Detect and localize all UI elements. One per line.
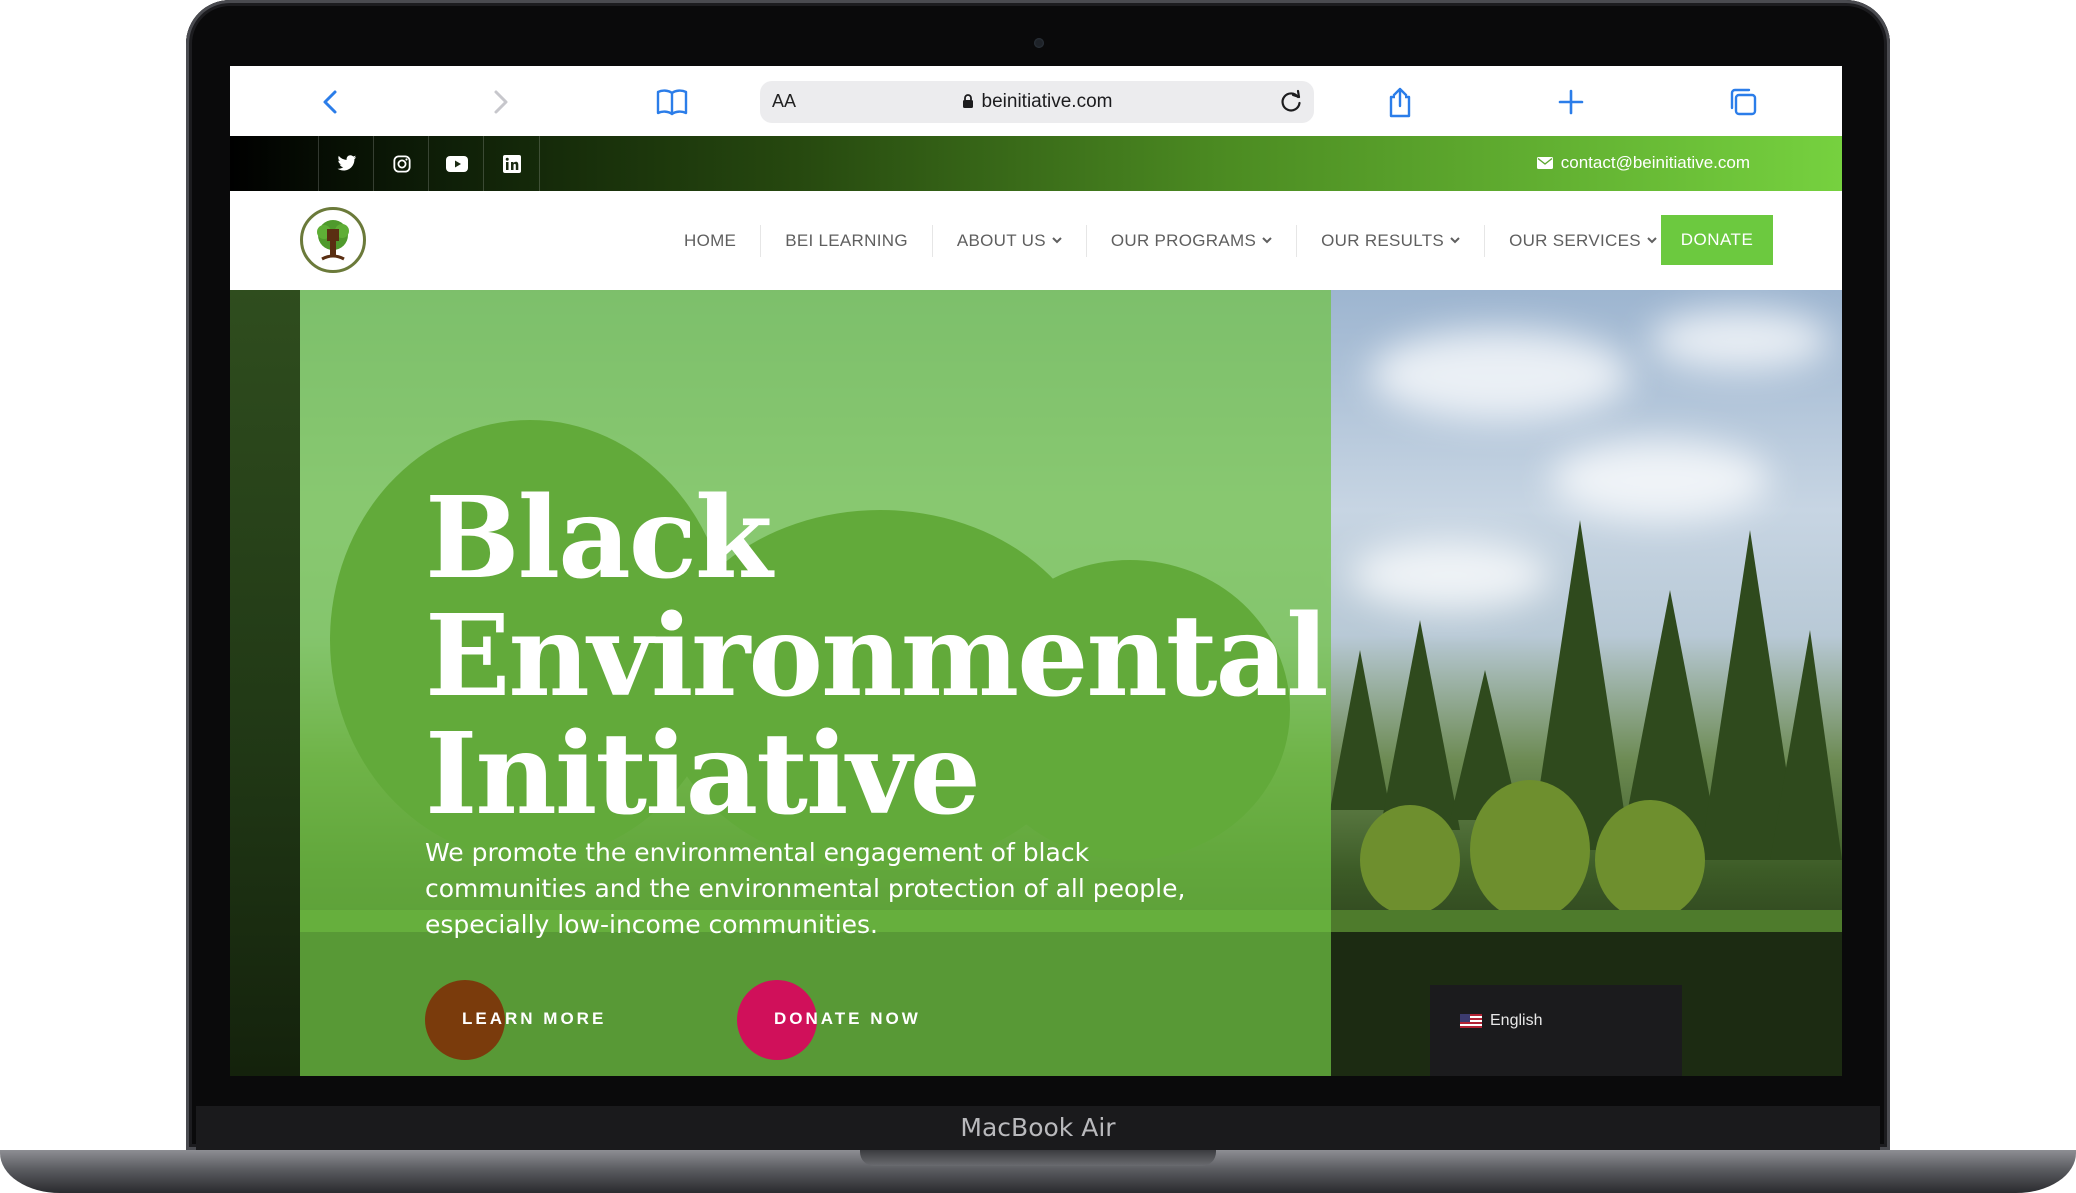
hero-title-line: Environmental xyxy=(425,591,1329,722)
instagram-icon xyxy=(392,154,411,173)
chevron-down-icon xyxy=(1262,237,1272,244)
twitter-icon xyxy=(337,155,356,171)
url-text: beinitiative.com xyxy=(981,91,1113,112)
lock-icon xyxy=(962,94,973,108)
tabs-button[interactable] xyxy=(1725,84,1761,120)
top-bar: contact@beinitiative.com xyxy=(230,136,1842,191)
nav-item-our-programs[interactable]: OUR PROGRAMS xyxy=(1085,224,1296,257)
language-label: English xyxy=(1490,1012,1543,1029)
hero-title-line: Black xyxy=(425,473,773,604)
donate-now-label: DONATE NOW xyxy=(774,1009,921,1028)
twitter-link[interactable] xyxy=(318,136,374,191)
contact-email-link[interactable]: contact@beinitiative.com xyxy=(1536,153,1750,173)
forward-button[interactable] xyxy=(483,84,519,120)
nav-menu: HOME BEI LEARNING ABOUT US OUR PROGRAMS … xyxy=(660,191,1681,290)
new-tab-button[interactable] xyxy=(1553,84,1589,120)
learn-more-button[interactable]: LEARN MORE xyxy=(425,980,625,1060)
chevron-down-icon xyxy=(1052,237,1062,244)
hero-title: Black Environmental Initiative xyxy=(425,473,1329,840)
browser-toolbar: AA beinitiative.com xyxy=(230,66,1842,137)
hero-section: Black Environmental Initiative We promot… xyxy=(230,290,1842,1076)
contact-email: contact@beinitiative.com xyxy=(1560,153,1750,172)
chevron-left-icon xyxy=(323,90,337,114)
screen: AA beinitiative.com contact@beinitiative… xyxy=(230,66,1842,1076)
us-flag-icon xyxy=(1460,1014,1482,1028)
tabs-icon xyxy=(1730,88,1757,116)
linkedin-link[interactable] xyxy=(483,136,540,191)
nav-item-home[interactable]: HOME xyxy=(660,225,760,257)
youtube-icon xyxy=(445,155,468,172)
address-bar[interactable]: AA beinitiative.com xyxy=(760,81,1314,123)
nav-item-our-services[interactable]: OUR SERVICES xyxy=(1484,224,1681,257)
learn-more-label: LEARN MORE xyxy=(462,1009,607,1028)
back-button[interactable] xyxy=(312,84,348,120)
chevron-down-icon xyxy=(1647,237,1657,244)
left-tree-strip xyxy=(230,290,300,1076)
language-switcher[interactable]: English xyxy=(1430,985,1682,1076)
donate-now-button[interactable]: DONATE NOW xyxy=(737,980,957,1060)
chevron-down-icon xyxy=(1450,237,1460,244)
reload-icon xyxy=(1281,89,1301,112)
bookmarks-button[interactable] xyxy=(654,84,690,120)
donate-button[interactable]: DONATE xyxy=(1661,215,1773,265)
linkedin-icon xyxy=(502,154,521,173)
instagram-link[interactable] xyxy=(373,136,429,191)
youtube-link[interactable] xyxy=(428,136,484,191)
hero-subtitle: We promote the environmental engagement … xyxy=(425,838,1186,939)
site-logo[interactable] xyxy=(300,207,366,273)
laptop-hinge-notch xyxy=(860,1150,1216,1166)
tree-fist-logo-icon xyxy=(317,220,349,261)
reload-button[interactable] xyxy=(1278,89,1304,120)
hero-title-line: Initiative xyxy=(425,709,981,840)
nav-item-our-results[interactable]: OUR RESULTS xyxy=(1296,224,1484,257)
share-icon xyxy=(1389,87,1411,118)
url-field[interactable]: beinitiative.com xyxy=(760,91,1314,113)
device-label: MacBook Air xyxy=(196,1106,1880,1150)
main-navigation: HOME BEI LEARNING ABOUT US OUR PROGRAMS … xyxy=(230,191,1842,290)
book-icon xyxy=(656,89,688,116)
share-button[interactable] xyxy=(1382,84,1418,120)
chevron-right-icon xyxy=(494,90,508,114)
nav-item-about-us[interactable]: ABOUT US xyxy=(931,224,1086,257)
webcam xyxy=(1034,38,1044,48)
plus-icon xyxy=(1558,89,1584,115)
envelope-icon xyxy=(1536,157,1553,169)
nav-item-bei-learning[interactable]: BEI LEARNING xyxy=(760,224,932,257)
